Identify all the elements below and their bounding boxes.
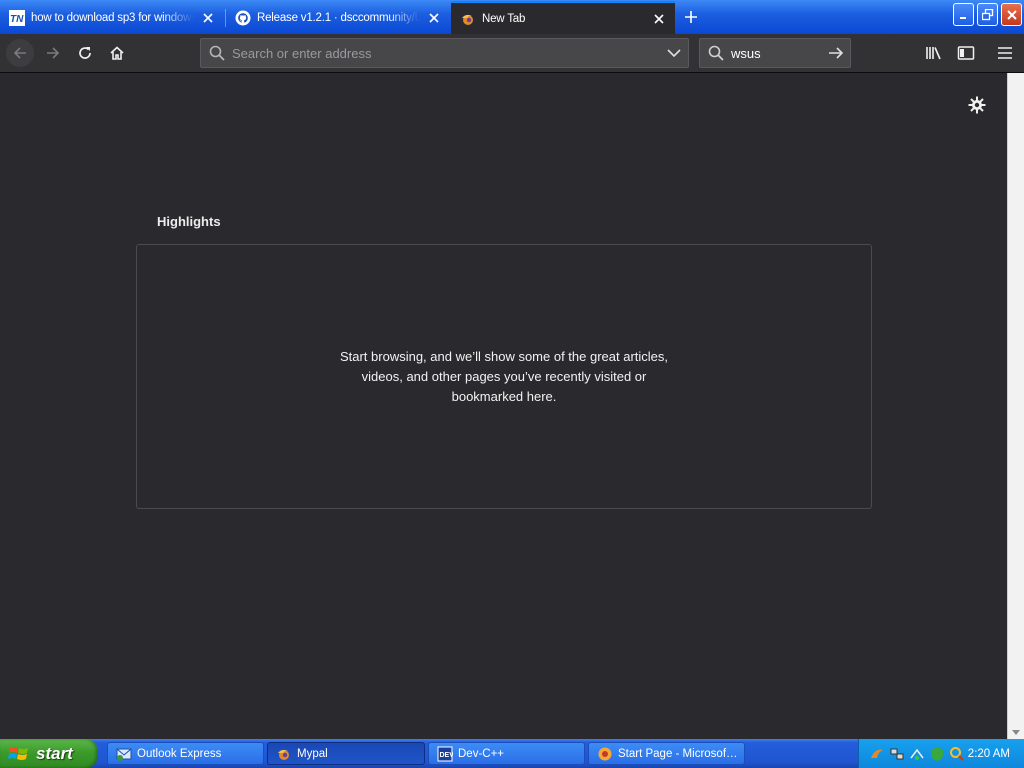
close-window-button[interactable] (1001, 3, 1022, 26)
sidebar-toggle-button[interactable] (952, 39, 980, 67)
system-clock: 2:20 AM (967, 747, 1010, 760)
minimize-button[interactable] (953, 3, 974, 26)
search-input[interactable]: wsus (731, 46, 822, 61)
taskbar-item-start-page[interactable]: Start Page - Microsof… (588, 742, 745, 765)
vertical-scrollbar[interactable] (1007, 73, 1024, 739)
taskbar-item-label: Outlook Express (137, 747, 222, 760)
navigation-toolbar: wsus (0, 34, 1024, 73)
taskbar-item-label: Dev-C++ (458, 747, 505, 760)
new-tab-button[interactable] (676, 4, 706, 30)
tn-favicon-icon: TN (9, 9, 25, 26)
taskbar-item-outlook-express[interactable]: Outlook Express (107, 742, 264, 765)
github-icon (235, 10, 251, 26)
taskbar-item-mypal[interactable]: Mypal (267, 742, 425, 765)
firefox-icon (460, 11, 476, 27)
tab-title: Release v1.2.1 · dsccommunity/UpdateServ… (257, 11, 420, 24)
taskbar-item-label: Start Page - Microsof… (618, 747, 738, 760)
chevron-down-icon[interactable] (660, 39, 688, 67)
tab-sp3[interactable]: TN how to download sp3 for windows xp (0, 3, 224, 32)
search-icon (208, 44, 226, 62)
search-bar[interactable]: wsus (699, 38, 851, 68)
reload-button[interactable] (71, 39, 99, 67)
new-tab-page: Highlights Start browsing, and we’ll sho… (0, 73, 1007, 739)
network-icon[interactable] (889, 746, 905, 762)
taskbar: start Outlook Express Mypal DEV Dev-C++ … (0, 739, 1024, 768)
windows-flag-icon (8, 746, 28, 760)
address-input[interactable] (232, 45, 660, 61)
svg-text:TN: TN (10, 14, 24, 25)
forward-button[interactable] (39, 39, 67, 67)
start-button[interactable]: start (0, 739, 98, 768)
restore-button[interactable] (977, 3, 998, 26)
outlook-express-icon (116, 746, 132, 762)
home-button[interactable] (103, 39, 131, 67)
highlights-empty-state: Start browsing, and we’ll show some of t… (136, 244, 872, 509)
arrow-right-icon[interactable] (822, 39, 850, 67)
close-tab-icon[interactable] (198, 8, 218, 28)
tab-release[interactable]: Release v1.2.1 · dsccommunity/UpdateServ… (226, 3, 450, 32)
system-tray: 2:20 AM (858, 739, 1024, 768)
svg-text:DEV: DEV (440, 752, 454, 759)
taskbar-item-label: Mypal (297, 747, 328, 760)
library-button[interactable] (920, 39, 948, 67)
tab-new-tab[interactable]: New Tab (451, 1, 675, 34)
taskbar-item-devcpp[interactable]: DEV Dev-C++ (428, 742, 585, 765)
section-title-highlights: Highlights (157, 214, 221, 229)
tab-title: how to download sp3 for windows xp (31, 11, 194, 24)
tab-strip: TN how to download sp3 for windows xp Re… (0, 0, 1024, 34)
search-tray-icon[interactable] (949, 746, 965, 762)
close-tab-icon[interactable] (424, 8, 444, 28)
close-tab-icon[interactable] (649, 9, 669, 29)
search-icon (707, 44, 725, 62)
tab-title: New Tab (482, 12, 526, 25)
back-button[interactable] (6, 39, 34, 67)
firefox-tray-icon[interactable] (869, 746, 885, 762)
gear-icon[interactable] (965, 93, 989, 117)
scroll-down-arrow-icon[interactable] (1012, 730, 1020, 735)
browser-icon (597, 746, 613, 762)
devcpp-icon: DEV (437, 746, 453, 762)
security-shield-icon[interactable] (929, 746, 945, 762)
address-bar[interactable] (200, 38, 689, 68)
connection-icon[interactable] (909, 746, 925, 762)
menu-hamburger-icon[interactable] (991, 39, 1019, 67)
start-label: start (36, 743, 73, 763)
mypal-icon (276, 746, 292, 762)
empty-state-message: Start browsing, and we’ll show some of t… (339, 348, 669, 404)
